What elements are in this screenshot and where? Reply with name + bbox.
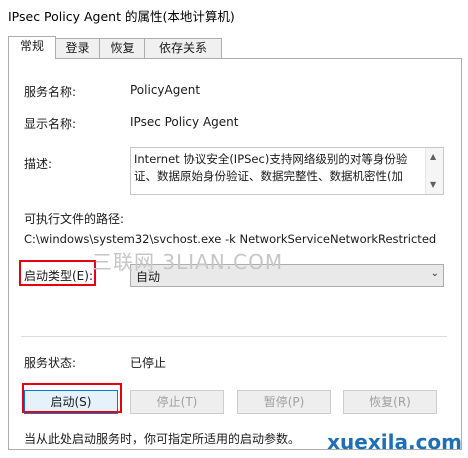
service-name-value: PolicyAgent bbox=[130, 83, 201, 97]
path-label: 可执行文件的路径: bbox=[24, 212, 125, 226]
section-divider bbox=[21, 336, 447, 337]
startup-type-highlight bbox=[19, 260, 96, 286]
service-name-label: 服务名称: bbox=[24, 85, 77, 99]
chevron-down-icon: ⌄ bbox=[430, 268, 439, 279]
service-status-value: 已停止 bbox=[130, 356, 167, 370]
tab-dependencies[interactable]: 依存关系 bbox=[144, 38, 222, 58]
scroll-down-icon[interactable]: ▼ bbox=[430, 180, 436, 189]
tab-logon[interactable]: 登录 bbox=[54, 38, 101, 58]
description-text: Internet 协议安全(IPSec)支持网络级别的对等身份验 证、数据原始身… bbox=[134, 151, 416, 185]
pause-button[interactable]: 暂停(P) bbox=[237, 390, 331, 414]
description-textbox[interactable]: Internet 协议安全(IPSec)支持网络级别的对等身份验 证、数据原始身… bbox=[130, 147, 444, 195]
description-label: 描述: bbox=[24, 157, 53, 171]
description-scrollbar[interactable]: ▲ ▼ bbox=[425, 148, 443, 194]
start-parameters-hint: 当从此处启动服务时，你可指定所适用的启动参数。 bbox=[24, 432, 301, 446]
description-line-2: 证、数据原始身份验证、数据完整性、数据机密性(加 bbox=[134, 169, 403, 183]
tab-general[interactable]: 常规 bbox=[8, 36, 56, 59]
scroll-up-icon[interactable]: ▲ bbox=[430, 152, 436, 161]
window-title: IPsec Policy Agent 的属性(本地计算机) bbox=[8, 9, 235, 24]
path-value: C:\windows\system32\svchost.exe -k Netwo… bbox=[24, 232, 437, 246]
display-name-label: 显示名称: bbox=[24, 117, 77, 131]
description-line-1: Internet 协议安全(IPSec)支持网络级别的对等身份验 bbox=[134, 152, 408, 166]
display-name-value: IPsec Policy Agent bbox=[130, 115, 239, 129]
watermark-text: 三联网 3LIAN.COM bbox=[92, 250, 284, 274]
tab-recovery[interactable]: 恢复 bbox=[99, 38, 146, 58]
title-bar: IPsec Policy Agent 的属性(本地计算机) bbox=[0, 0, 468, 28]
start-button-highlight bbox=[22, 383, 122, 413]
site-logo-text: xuexila.com bbox=[327, 430, 462, 454]
resume-button[interactable]: 恢复(R) bbox=[343, 390, 437, 414]
stop-button[interactable]: 停止(T) bbox=[130, 390, 224, 414]
service-status-label: 服务状态: bbox=[24, 356, 77, 370]
